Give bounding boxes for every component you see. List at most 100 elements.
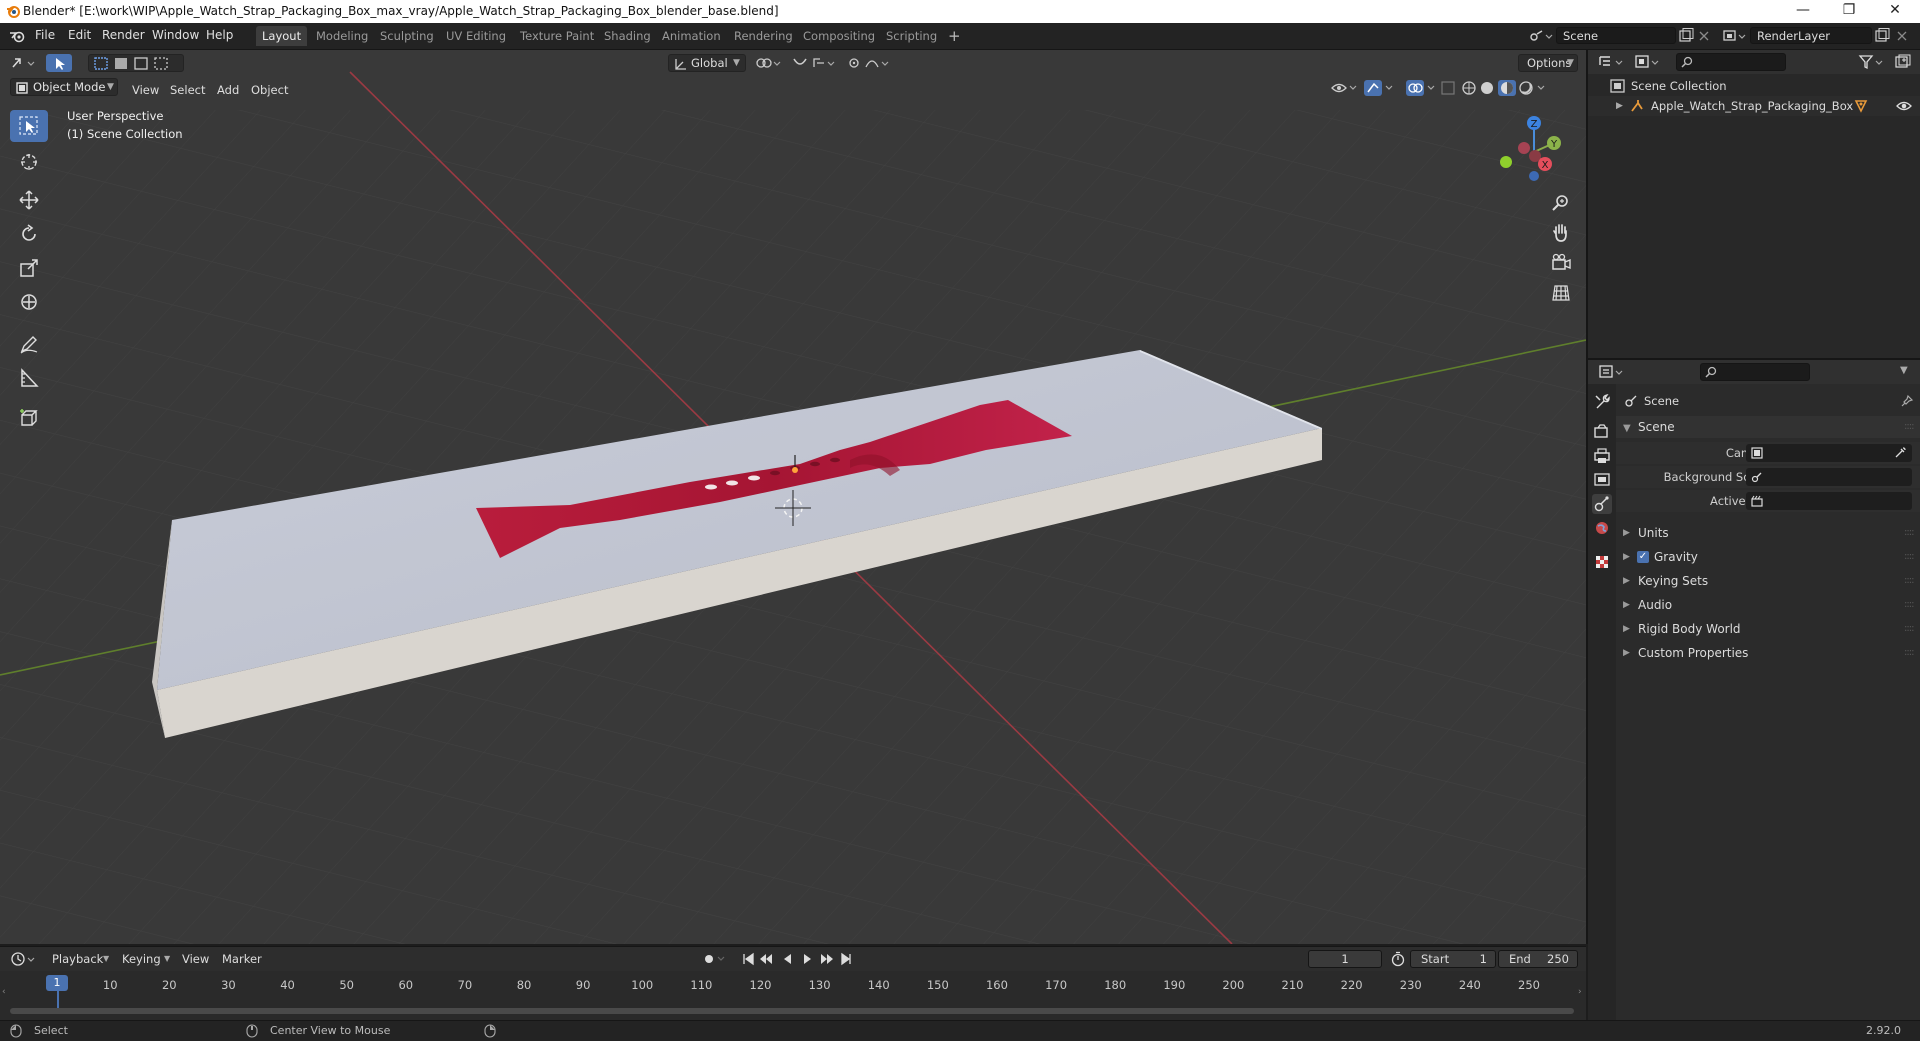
viewport-shading-controls[interactable] [1330, 79, 1582, 97]
current-frame-field[interactable]: 1 [1308, 950, 1382, 968]
rotate-tool-button[interactable] [10, 218, 48, 250]
menu-render[interactable]: Render [102, 28, 145, 42]
blender-menu-icon[interactable] [9, 29, 25, 43]
tab-texture[interactable] [1592, 552, 1612, 572]
3d-viewport[interactable]: Global ▼ Options ▼ Object Mode ▼ View Se… [0, 50, 1588, 944]
select-tool-button[interactable] [10, 110, 48, 142]
panel-audio[interactable]: ▶ Audio :::: [1616, 594, 1920, 616]
start-frame-field[interactable]: Start 1 [1410, 950, 1496, 968]
scene-new-close-icon[interactable] [1678, 28, 1712, 44]
pin-icon[interactable] [1900, 394, 1914, 408]
timeline-menu-marker[interactable]: Marker [222, 950, 262, 968]
camera-field[interactable] [1746, 444, 1912, 462]
tab-uv-editing[interactable]: UV Editing [440, 26, 512, 46]
drag-handle-icon[interactable]: :::: [1904, 570, 1915, 592]
eyedropper-icon[interactable] [1894, 447, 1906, 459]
viewport-menu-add[interactable]: Add [217, 81, 239, 99]
drag-handle-icon[interactable]: :::: [1904, 546, 1915, 568]
move-tool-button[interactable] [10, 184, 48, 216]
tab-layout[interactable]: Layout [256, 26, 308, 46]
panel-units[interactable]: ▶ Units :::: [1616, 522, 1920, 544]
tab-texture-paint[interactable]: Texture Paint [514, 26, 600, 46]
editor-type-icon[interactable] [10, 55, 38, 71]
scale-tool-button[interactable] [10, 252, 48, 284]
tab-tool[interactable] [1592, 392, 1612, 412]
menu-help[interactable]: Help [206, 28, 233, 42]
timeline-scrollbar[interactable] [10, 1008, 1574, 1014]
options-dropdown[interactable]: Options ▼ [1518, 54, 1578, 72]
object-mode-dropdown[interactable]: Object Mode ▼ [10, 78, 118, 96]
selection-mode-buttons[interactable] [88, 54, 184, 72]
tab-view-layer[interactable] [1592, 470, 1612, 490]
maximize-button[interactable]: ❐ [1826, 0, 1872, 23]
select-box-tool-button[interactable] [46, 54, 72, 72]
properties-search-input[interactable] [1700, 363, 1810, 381]
panel-scene-header[interactable]: ▼ Scene :::: [1616, 416, 1920, 438]
drag-handle-icon[interactable]: :::: [1904, 522, 1915, 544]
tab-compositing[interactable]: Compositing [797, 26, 881, 46]
drag-handle-icon[interactable]: :::: [1904, 594, 1915, 616]
outliner-filter-icons[interactable] [1858, 54, 1916, 70]
background-scene-field[interactable] [1746, 468, 1912, 486]
add-workspace-icon[interactable]: + [942, 26, 967, 46]
cursor-tool-button[interactable] [10, 146, 48, 178]
close-window-button[interactable]: ✕ [1872, 0, 1918, 23]
outliner-editor-type-icon[interactable] [1598, 54, 1628, 70]
panel-custom-properties[interactable]: ▶ Custom Properties :::: [1616, 642, 1920, 664]
navigation-gizmo[interactable]: Y X Z [1490, 108, 1574, 192]
drag-handle-icon[interactable]: :::: [1904, 618, 1915, 640]
viewport-menu-view[interactable]: View [132, 81, 159, 99]
outliner-search-input[interactable] [1676, 53, 1786, 71]
menu-window[interactable]: Window [152, 28, 199, 42]
timeline-menu-keying[interactable]: Keying [122, 950, 161, 968]
timeline-menu-view[interactable]: View [182, 950, 209, 968]
expand-arrow-icon[interactable]: ▶ [1616, 96, 1623, 116]
panel-rigid-body-world[interactable]: ▶ Rigid Body World :::: [1616, 618, 1920, 640]
display-mode-icon[interactable] [1634, 54, 1664, 70]
timeline-menu-playback[interactable]: Playback [52, 950, 103, 968]
tab-modeling[interactable]: Modeling [310, 26, 374, 46]
active-clip-field[interactable] [1746, 492, 1912, 510]
outliner-item-box[interactable]: ▶ Apple_Watch_Strap_Packaging_Box [1588, 96, 1920, 116]
viewport-menu-select[interactable]: Select [170, 81, 205, 99]
properties-editor-type-icon[interactable] [1598, 364, 1628, 380]
stopwatch-icon[interactable] [1390, 951, 1406, 967]
drag-handle-icon[interactable]: :::: [1904, 416, 1915, 438]
transform-tool-button[interactable] [10, 286, 48, 318]
chevron-right-icon[interactable]: › [1578, 987, 1582, 997]
tab-world[interactable] [1592, 518, 1612, 538]
chevron-left-icon[interactable]: ‹ [2, 987, 6, 997]
outliner-scene-collection[interactable]: Scene Collection [1588, 76, 1920, 96]
pivot-snap-proportional-icons[interactable] [754, 55, 894, 71]
visibility-eye-icon[interactable] [1896, 99, 1912, 113]
tab-scene[interactable] [1592, 494, 1612, 514]
timeline-editor-type-icon[interactable] [10, 951, 40, 967]
gravity-checkbox[interactable]: ✓ [1637, 551, 1649, 563]
tab-shading[interactable]: Shading [598, 26, 657, 46]
add-cube-tool-button[interactable] [10, 402, 48, 434]
chevron-down-icon[interactable]: ▼ [1900, 365, 1908, 376]
measure-tool-button[interactable] [10, 362, 48, 394]
zoom-view-button[interactable] [1548, 190, 1574, 216]
renderlayer-browse-icon[interactable] [1722, 28, 1748, 44]
drag-handle-icon[interactable]: :::: [1904, 642, 1915, 664]
playhead-frame-badge[interactable]: 1 [46, 975, 68, 991]
camera-view-button[interactable] [1548, 250, 1574, 276]
annotate-tool-button[interactable] [10, 328, 48, 360]
scene-browse-icon[interactable] [1528, 28, 1554, 44]
menu-edit[interactable]: Edit [68, 28, 91, 42]
viewport-menu-object[interactable]: Object [251, 81, 288, 99]
pan-view-button[interactable] [1548, 220, 1574, 246]
transform-orientation-dropdown[interactable]: Global ▼ [668, 54, 746, 72]
ortho-toggle-button[interactable] [1548, 280, 1574, 306]
renderlayer-new-close-icon[interactable] [1874, 28, 1914, 44]
minimize-button[interactable]: — [1780, 0, 1826, 23]
end-frame-field[interactable]: End 250 [1498, 950, 1578, 968]
tab-render[interactable] [1592, 422, 1612, 442]
tab-animation[interactable]: Animation [656, 26, 727, 46]
playback-controls[interactable] [700, 950, 870, 968]
tab-scripting[interactable]: Scripting [880, 26, 943, 46]
panel-gravity[interactable]: ▶ ✓ Gravity :::: [1616, 546, 1920, 568]
menu-file[interactable]: File [35, 28, 55, 42]
scene-name-field[interactable]: Scene [1556, 27, 1676, 44]
